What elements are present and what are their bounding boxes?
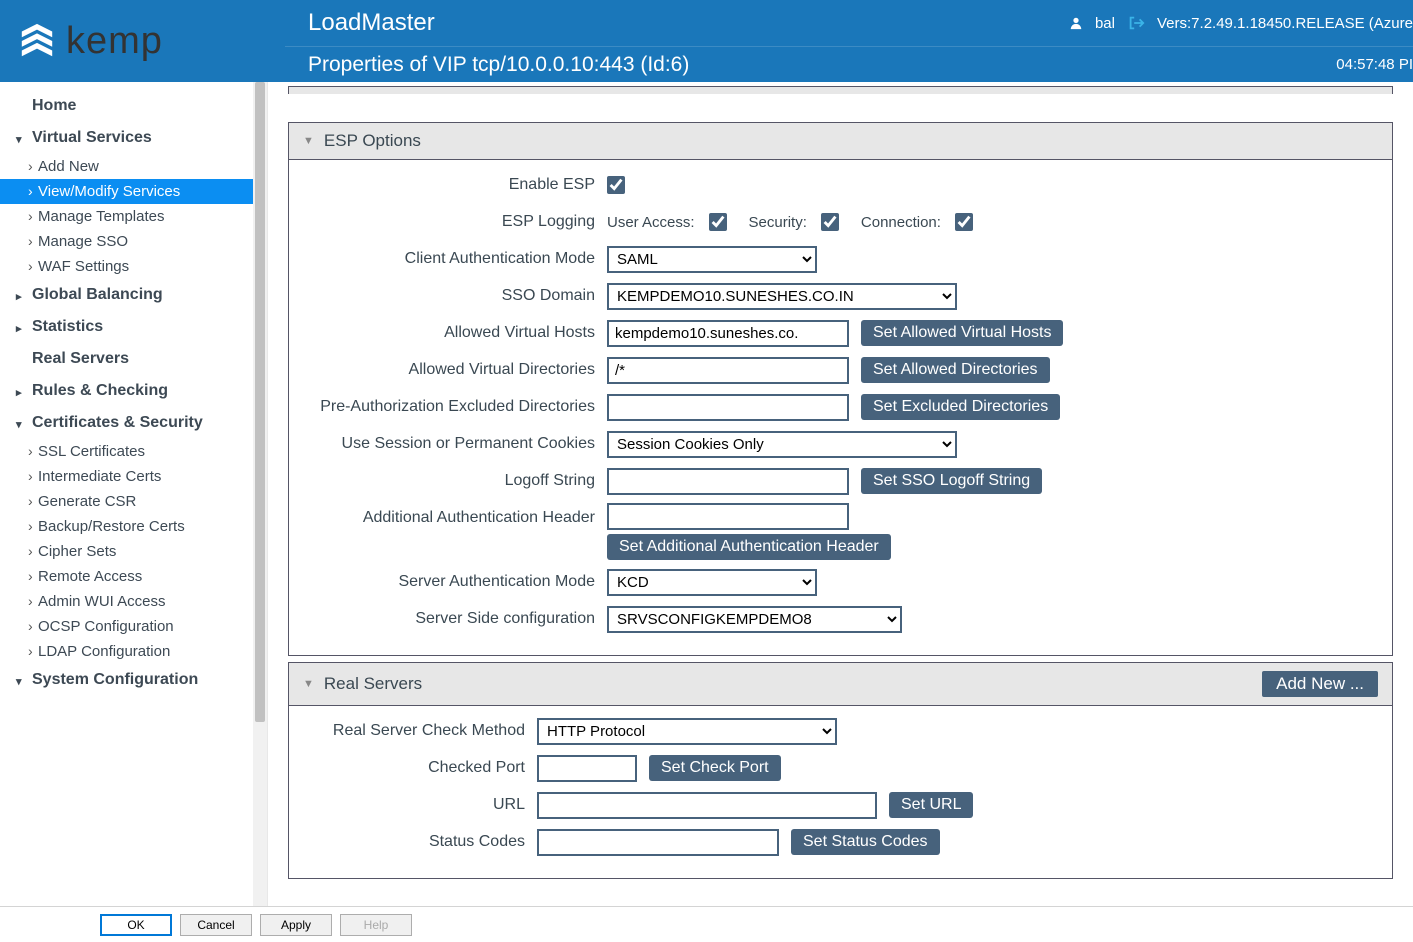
log-connection-label: Connection: [861,214,941,231]
cookies-select[interactable]: Session Cookies Only [607,431,957,458]
set-allowed-dirs-button[interactable]: Set Allowed Directories [861,357,1050,383]
esp-logging-label: ESP Logging [307,213,607,231]
logo-text: kemp [66,20,163,63]
header-right: bal Vers:7.2.49.1.18450.RELEASE (Azure [1069,14,1413,32]
log-connection-checkbox[interactable] [955,213,973,231]
client-auth-select[interactable]: SAML [607,246,817,273]
nav-add-new[interactable]: Add New [0,154,267,179]
nav-backup[interactable]: Backup/Restore Certs [0,514,267,539]
addl-auth-label: Additional Authentication Header [307,503,607,527]
url-input[interactable] [537,792,877,819]
nav-rules[interactable]: Rules & Checking [0,375,267,407]
status-codes-label: Status Codes [307,833,537,851]
dialog-button-bar: OK Cancel Apply Help [0,906,1413,942]
kemp-logo-icon [18,22,56,60]
excluded-dirs-input[interactable] [607,394,849,421]
real-servers-panel: ▼ Real Servers Add New ... Real Server C… [288,662,1393,879]
collapse-icon: ▼ [303,135,314,147]
nav-csr[interactable]: Generate CSR [0,489,267,514]
help-button[interactable]: Help [340,914,412,936]
nav-certs[interactable]: Certificates & Security [0,407,267,439]
user-icon [1069,16,1083,30]
nav-virtual-services[interactable]: Virtual Services [0,122,267,154]
check-method-label: Real Server Check Method [307,722,537,740]
esp-panel-header[interactable]: ▼ ESP Options [289,123,1392,160]
server-side-label: Server Side configuration [307,610,607,628]
ok-button[interactable]: OK [100,914,172,936]
nav-ssl[interactable]: SSL Certificates [0,439,267,464]
logoff-label: Logoff String [307,472,607,490]
rs-add-new-button[interactable]: Add New ... [1262,671,1378,697]
nav-ldap[interactable]: LDAP Configuration [0,639,267,664]
enable-esp-checkbox[interactable] [607,176,625,194]
sidebar: Home Virtual Services Add New View/Modif… [0,82,268,942]
cancel-button[interactable]: Cancel [180,914,252,936]
collapse-icon: ▼ [303,678,314,690]
sso-domain-label: SSO Domain [307,287,607,305]
rs-panel-title: Real Servers [324,674,422,694]
clock: 04:57:48 PI [1336,56,1413,73]
check-method-select[interactable]: HTTP Protocol [537,718,837,745]
excluded-dirs-label: Pre-Authorization Excluded Directories [307,398,607,416]
nav-waf-settings[interactable]: WAF Settings [0,254,267,279]
checked-port-label: Checked Port [307,759,537,777]
allowed-hosts-label: Allowed Virtual Hosts [307,324,607,342]
log-security-label: Security: [749,214,807,231]
allowed-dirs-label: Allowed Virtual Directories [307,361,607,379]
sso-domain-select[interactable]: KEMPDEMO10.SUNESHES.CO.IN [607,283,957,310]
log-user-label: User Access: [607,214,695,231]
nav-system-config[interactable]: System Configuration [0,664,267,696]
page-title: Properties of VIP tcp/10.0.0.10:443 (Id:… [308,53,689,77]
server-auth-select[interactable]: KCD [607,569,817,596]
status-codes-input[interactable] [537,829,779,856]
allowed-hosts-input[interactable] [607,320,849,347]
nav-manage-templates[interactable]: Manage Templates [0,204,267,229]
esp-panel: ▼ ESP Options Enable ESP ESP Logging Use… [288,122,1393,656]
nav-home[interactable]: Home [0,90,267,122]
app-title: LoadMaster [308,9,435,37]
server-side-select[interactable]: SRVSCONFIGKEMPDEMO8 [607,606,902,633]
logout-icon[interactable] [1127,14,1145,32]
set-excluded-dirs-button[interactable]: Set Excluded Directories [861,394,1060,420]
set-check-port-button[interactable]: Set Check Port [649,755,781,781]
nav-remote[interactable]: Remote Access [0,564,267,589]
nav-intermediate[interactable]: Intermediate Certs [0,464,267,489]
set-url-button[interactable]: Set URL [889,792,973,818]
apply-button[interactable]: Apply [260,914,332,936]
logoff-input[interactable] [607,468,849,495]
allowed-dirs-input[interactable] [607,357,849,384]
nav-admin[interactable]: Admin WUI Access [0,589,267,614]
set-allowed-hosts-button[interactable]: Set Allowed Virtual Hosts [861,320,1063,346]
nav-global-balancing[interactable]: Global Balancing [0,279,267,311]
nav-manage-sso[interactable]: Manage SSO [0,229,267,254]
logo-area: kemp [0,0,285,82]
set-status-codes-button[interactable]: Set Status Codes [791,829,940,855]
enable-esp-label: Enable ESP [307,176,607,194]
cookies-label: Use Session or Permanent Cookies [307,435,607,453]
addl-auth-input[interactable] [607,503,849,530]
set-addl-auth-button[interactable]: Set Additional Authentication Header [607,534,891,560]
esp-panel-title: ESP Options [324,131,421,151]
log-security-checkbox[interactable] [821,213,839,231]
rs-panel-header[interactable]: ▼ Real Servers Add New ... [289,663,1392,706]
set-logoff-button[interactable]: Set SSO Logoff String [861,468,1042,494]
nav-statistics[interactable]: Statistics [0,311,267,343]
scrollbar[interactable] [253,82,267,942]
nav-real-servers[interactable]: Real Servers [0,343,267,375]
nav-view-modify[interactable]: View/Modify Services [0,179,267,204]
version-text: Vers:7.2.49.1.18450.RELEASE (Azure [1157,15,1413,32]
username: bal [1095,15,1115,32]
nav-ocsp[interactable]: OCSP Configuration [0,614,267,639]
url-label: URL [307,796,537,814]
main-content: ▼ ESP Options Enable ESP ESP Logging Use… [268,82,1413,942]
client-auth-label: Client Authentication Mode [307,250,607,268]
log-user-checkbox[interactable] [709,213,727,231]
server-auth-label: Server Authentication Mode [307,573,607,591]
nav-cipher[interactable]: Cipher Sets [0,539,267,564]
checked-port-input[interactable] [537,755,637,782]
